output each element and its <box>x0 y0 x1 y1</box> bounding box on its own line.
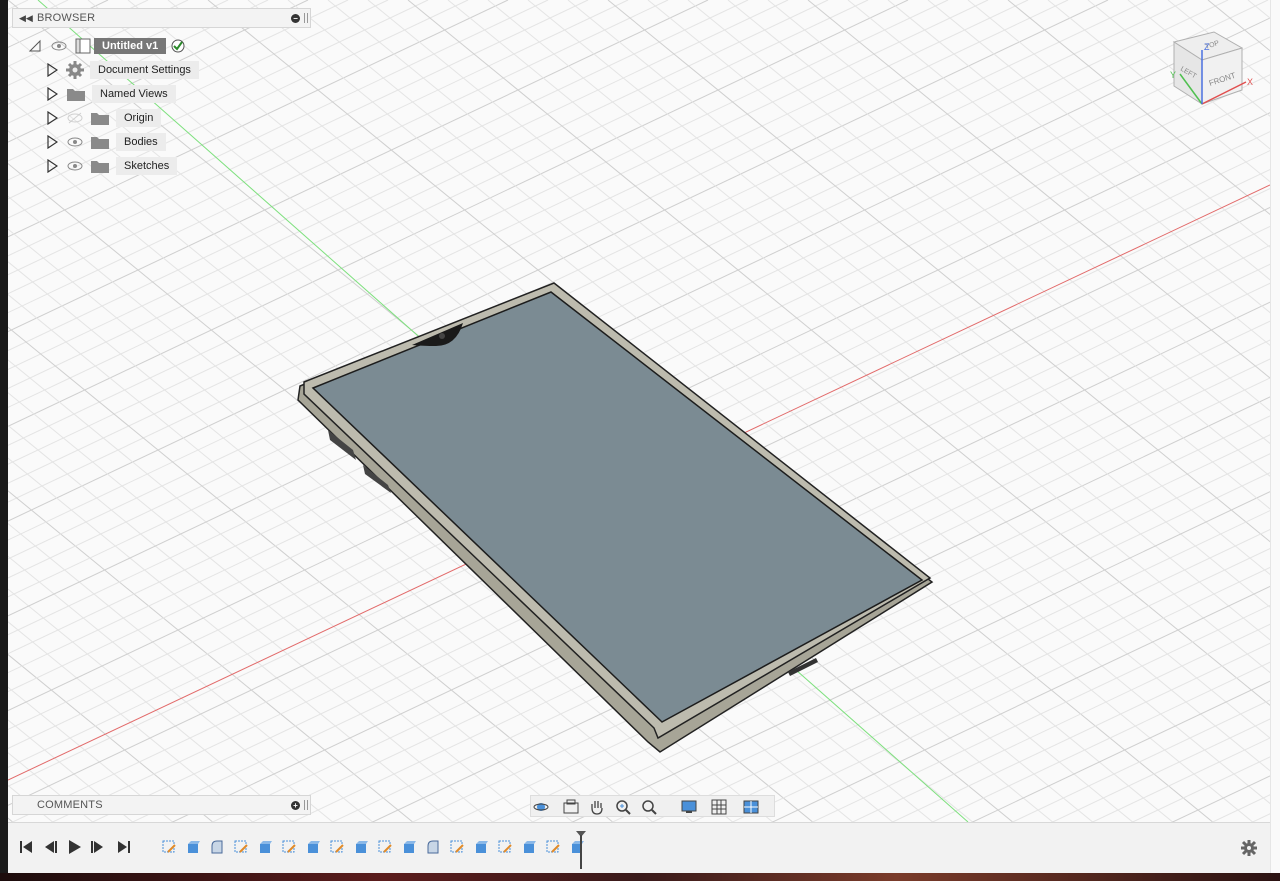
orbit-icon[interactable] <box>533 799 549 815</box>
browser-item-label: Origin <box>116 109 162 127</box>
browser-item-label: Named Views <box>92 85 176 103</box>
comments-panel-header[interactable]: COMMENTS + <box>12 795 311 815</box>
timeline-feature-sketch-icon[interactable] <box>378 840 392 854</box>
eye-icon[interactable] <box>66 135 84 149</box>
axis-z-label: Z <box>1204 42 1210 52</box>
browser-item-label: Document Settings <box>90 61 199 79</box>
document-icon <box>75 38 91 54</box>
panel-grip-icon[interactable] <box>304 13 308 23</box>
pan-icon[interactable] <box>589 799 605 815</box>
last-frame-icon[interactable] <box>116 839 132 855</box>
camera-lens <box>439 333 445 339</box>
timeline-feature-sketch-icon[interactable] <box>546 840 560 854</box>
browser-item-origin[interactable]: Origin <box>46 107 162 129</box>
browser-panel-header[interactable]: ◀◀ BROWSER − <box>12 8 311 28</box>
panel-grip-icon[interactable] <box>304 800 308 810</box>
navigation-toolbar <box>530 795 775 817</box>
timeline-feature-sketch-icon[interactable] <box>330 840 344 854</box>
timeline-feature-sketch-icon[interactable] <box>162 840 176 854</box>
previous-step-icon[interactable] <box>42 839 58 855</box>
browser-item-label: Bodies <box>116 133 166 151</box>
eye-hidden-icon[interactable] <box>66 111 84 125</box>
viewports-icon[interactable] <box>743 799 759 815</box>
timeline-feature-extrude-icon[interactable] <box>306 840 320 854</box>
browser-item-named-views[interactable]: Named Views <box>46 83 176 105</box>
timeline-feature-fillet-icon[interactable] <box>426 840 440 854</box>
root-component-label[interactable]: Untitled v1 <box>94 38 167 54</box>
expand-arrow-icon[interactable] <box>46 87 58 101</box>
eye-icon[interactable] <box>50 39 68 53</box>
browser-root-row[interactable]: Untitled v1 <box>28 35 186 57</box>
timeline-feature-extrude-icon[interactable] <box>354 840 368 854</box>
timeline-marker[interactable] <box>574 831 588 869</box>
timeline-feature-extrude-icon[interactable] <box>186 840 200 854</box>
active-check-icon <box>171 39 185 53</box>
timeline-feature-extrude-icon[interactable] <box>258 840 272 854</box>
comments-title: COMMENTS <box>37 799 103 811</box>
timeline-bar <box>8 822 1270 873</box>
display-settings-icon[interactable] <box>681 799 697 815</box>
expand-arrow-icon[interactable] <box>46 135 58 149</box>
timeline-feature-extrude-icon[interactable] <box>522 840 536 854</box>
browser-item-bodies[interactable]: Bodies <box>46 131 166 153</box>
fusion-app-window: TOP LEFT FRONT X Y Z ◀◀ BROWSER − Untitl… <box>0 0 1280 873</box>
timeline-feature-sketch-icon[interactable] <box>498 840 512 854</box>
expand-arrow-icon[interactable] <box>46 111 58 125</box>
timeline-feature-fillet-icon[interactable] <box>210 840 224 854</box>
folder-icon <box>91 161 109 173</box>
timeline-feature-extrude-icon[interactable] <box>402 840 416 854</box>
collapse-circle-icon[interactable]: − <box>291 14 300 23</box>
browser-item-label: Sketches <box>116 157 178 175</box>
expand-arrow-icon[interactable] <box>46 63 58 77</box>
canvas-viewport[interactable]: TOP LEFT FRONT X Y Z <box>8 0 1270 822</box>
axis-x-label: X <box>1247 77 1253 87</box>
scene-svg <box>8 0 1270 822</box>
gear-icon <box>66 61 84 79</box>
window-left-border <box>0 0 8 873</box>
grid-settings-icon[interactable] <box>711 799 727 815</box>
folder-icon <box>91 113 109 125</box>
timeline-feature-sketch-icon[interactable] <box>234 840 248 854</box>
axis-y-label: Y <box>1170 70 1176 80</box>
browser-item-document-settings[interactable]: Document Settings <box>46 59 199 81</box>
viewcube[interactable]: TOP LEFT FRONT X Y Z <box>1156 30 1256 114</box>
phone-model[interactable] <box>297 282 934 753</box>
collapse-triangle-icon[interactable] <box>28 39 42 53</box>
timeline-feature-extrude-icon[interactable] <box>474 840 488 854</box>
timeline-feature-sketch-icon[interactable] <box>282 840 296 854</box>
browser-item-sketches[interactable]: Sketches <box>46 155 178 177</box>
next-step-icon[interactable] <box>90 839 106 855</box>
add-comment-icon[interactable]: + <box>291 801 300 810</box>
play-icon[interactable] <box>66 839 82 855</box>
look-at-icon[interactable] <box>563 799 579 815</box>
eye-icon[interactable] <box>66 159 84 173</box>
collapse-panel-icon[interactable]: ◀◀ <box>19 13 33 24</box>
timeline-settings-gear-icon[interactable] <box>1240 839 1258 857</box>
desktop-background-strip <box>0 873 1280 881</box>
expand-arrow-icon[interactable] <box>46 159 58 173</box>
zoom-window-icon[interactable] <box>641 799 657 815</box>
zoom-icon[interactable] <box>615 799 631 815</box>
first-frame-icon[interactable] <box>18 839 34 855</box>
folder-icon <box>91 137 109 149</box>
window-right-border <box>1270 0 1280 873</box>
browser-title: BROWSER <box>37 12 96 24</box>
timeline-feature-sketch-icon[interactable] <box>450 840 464 854</box>
folder-icon <box>67 89 85 101</box>
